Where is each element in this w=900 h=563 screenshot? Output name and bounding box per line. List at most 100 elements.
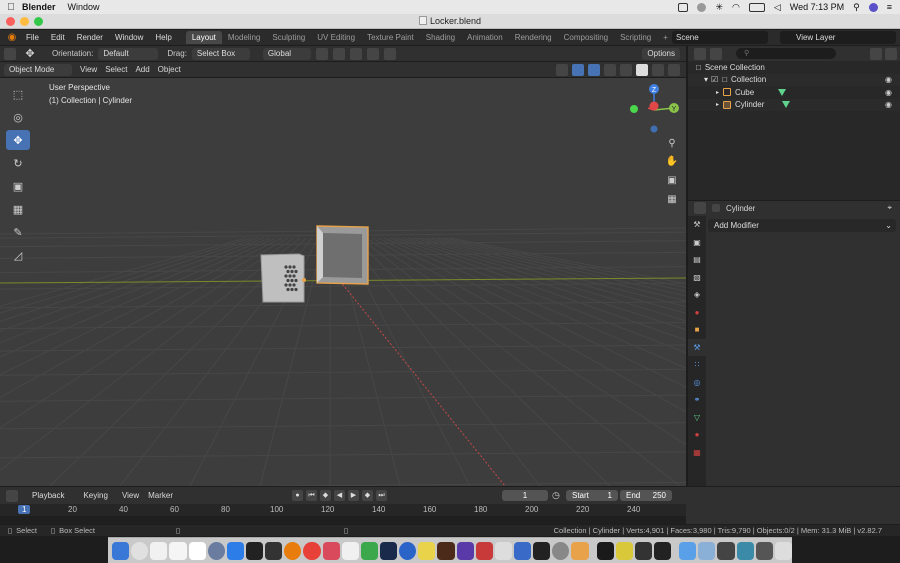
xray-icon[interactable] [604,63,616,76]
mode-dropdown[interactable]: Object Mode [4,63,72,76]
tab-shading[interactable]: Shading [420,31,461,44]
trash-icon[interactable] [774,541,792,560]
navigation-gizmo[interactable]: Z Y [628,84,684,134]
close-window-icon[interactable] [6,17,15,26]
mac-clock[interactable]: Wed 7:13 PM [790,2,844,12]
unity-icon[interactable] [634,541,652,560]
timeline-ruler[interactable]: 1 20 40 60 80 100 120 140 160 180 200 22… [0,504,686,516]
expand-arrow-icon[interactable]: ▸ [716,89,719,96]
gizmo-toggle-icon[interactable] [572,63,584,76]
visibility-eye-icon[interactable]: ◉ [885,100,892,109]
menu-add[interactable]: Add [135,65,149,74]
timemachine-icon[interactable] [697,2,707,12]
tab-rendering[interactable]: Rendering [509,31,558,44]
kindle-icon[interactable] [437,541,455,560]
menu-marker[interactable]: Marker [148,491,173,500]
battery-icon[interactable] [748,2,765,12]
outliner-row-cylinder[interactable]: ▸ Cylinder ◉ [688,98,900,111]
mac-menu-window[interactable]: Window [68,2,100,12]
menu-edit[interactable]: Edit [45,33,71,42]
jump-start-icon[interactable]: ⏮ [306,490,317,501]
finder-icon[interactable] [112,541,130,560]
spotify-icon[interactable] [533,541,551,560]
editor-type-icon[interactable] [6,489,18,502]
blender-dock-icon[interactable] [284,541,302,560]
collapse-arrow-icon[interactable]: ▾ [704,75,708,84]
bluetooth-icon[interactable]: ✳ [715,2,723,13]
terminal-icon[interactable] [596,541,614,560]
menu-timeline-view[interactable]: View [122,491,139,500]
menu-view[interactable]: View [80,65,97,74]
tab-animation[interactable]: Animation [461,31,509,44]
jump-end-icon[interactable]: ⏭ [376,490,387,501]
outliner-search-input[interactable]: ⚲ [736,48,836,59]
select-box-tool-icon[interactable]: ⬚ [6,84,30,104]
tab-sculpting[interactable]: Sculpting [266,31,311,44]
record-icon[interactable]: ● [292,490,303,501]
app-store-icon[interactable] [226,541,244,560]
menu-keying[interactable]: Keying [78,490,112,502]
world-tab-icon[interactable]: ● [688,304,706,322]
snap-icon[interactable] [332,47,345,60]
apple-icon[interactable]:  [0,2,22,13]
menu-file[interactable]: File [20,33,45,42]
scale-tool-icon[interactable]: ▣ [6,176,30,196]
plex-icon[interactable] [418,541,436,560]
screenshot-stack-icon[interactable] [736,541,754,560]
pivot-icon[interactable] [315,47,328,60]
expand-arrow-icon[interactable]: ▸ [716,101,719,108]
spotlight-icon[interactable]: ⚲ [853,2,860,13]
modifier-tab-icon[interactable]: ⚒ [688,338,706,356]
tool-dropdown-icon[interactable] [4,47,16,60]
end-frame-field[interactable]: End 250 [620,490,672,501]
editor-type-icon[interactable] [694,202,706,214]
current-frame-field[interactable]: 1 [502,490,548,501]
physics-tab-icon[interactable]: ◎ [688,374,706,392]
outliner-row-collection[interactable]: ▾ ☑ □ Collection ◉ [688,73,900,86]
outliner-row-cube[interactable]: ▸ Cube ◉ [688,86,900,99]
stopwatch-icon[interactable]: ◷ [552,490,560,501]
grid-toggle-icon[interactable]: ▦ [665,193,679,207]
tab-compositing[interactable]: Compositing [558,31,614,44]
menu-select[interactable]: Select [105,65,127,74]
zoom-icon[interactable]: ⚲ [665,137,679,151]
checkbox-icon[interactable]: ☑ [711,75,718,84]
wireframe-shading-icon[interactable] [620,63,632,76]
3d-viewport[interactable]: User Perspective (1) Collection | Cylind… [0,78,686,486]
game-icon[interactable] [456,541,474,560]
view-layer-tab-icon[interactable]: ▧ [688,269,706,287]
texture-tab-icon[interactable]: ▦ [688,444,706,462]
rocket-icon[interactable] [207,541,225,560]
rendered-shading-icon[interactable] [668,63,680,76]
solid-shading-icon[interactable] [636,63,648,76]
wifi-icon[interactable]: ◠ [732,2,740,13]
pan-hand-icon[interactable]: ✋ [665,155,679,169]
launchpad-icon[interactable] [131,541,149,560]
window-stack-icon[interactable] [755,541,773,560]
outliner-row-scene-collection[interactable]: □ Scene Collection [688,61,900,74]
sketch-icon[interactable] [615,541,633,560]
play-reverse-icon[interactable]: ◀ [334,490,345,501]
mac-app-name[interactable]: Blender [22,2,56,12]
prev-keyframe-icon[interactable]: ◆ [320,490,331,501]
tab-modeling[interactable]: Modeling [222,31,266,44]
mesh-data-icon[interactable] [778,88,787,96]
transform-orientation-dropdown[interactable]: Global [262,47,311,60]
maximize-window-icon[interactable] [34,17,43,26]
firefox-icon[interactable] [399,541,417,560]
new-collection-icon[interactable] [885,47,897,60]
proportional-edit-icon[interactable] [366,47,379,60]
display-mode-icon[interactable] [710,47,722,60]
menu-render[interactable]: Render [71,33,109,42]
measure-tool-icon[interactable]: ◿ [6,245,30,265]
add-modifier-dropdown[interactable]: Add Modifier ⌄ [708,219,896,232]
chrome-icon[interactable] [303,541,321,560]
preview-icon[interactable] [494,541,512,560]
menu-object[interactable]: Object [158,65,181,74]
scene-selector[interactable]: Scene [672,31,768,44]
minimize-window-icon[interactable] [20,17,29,26]
notification-center-icon[interactable]: ≡ [887,2,892,12]
orientation-dropdown[interactable]: Default [98,47,159,60]
tool-tab-icon[interactable]: ⚒ [688,216,706,234]
mixer-icon[interactable] [265,541,283,560]
